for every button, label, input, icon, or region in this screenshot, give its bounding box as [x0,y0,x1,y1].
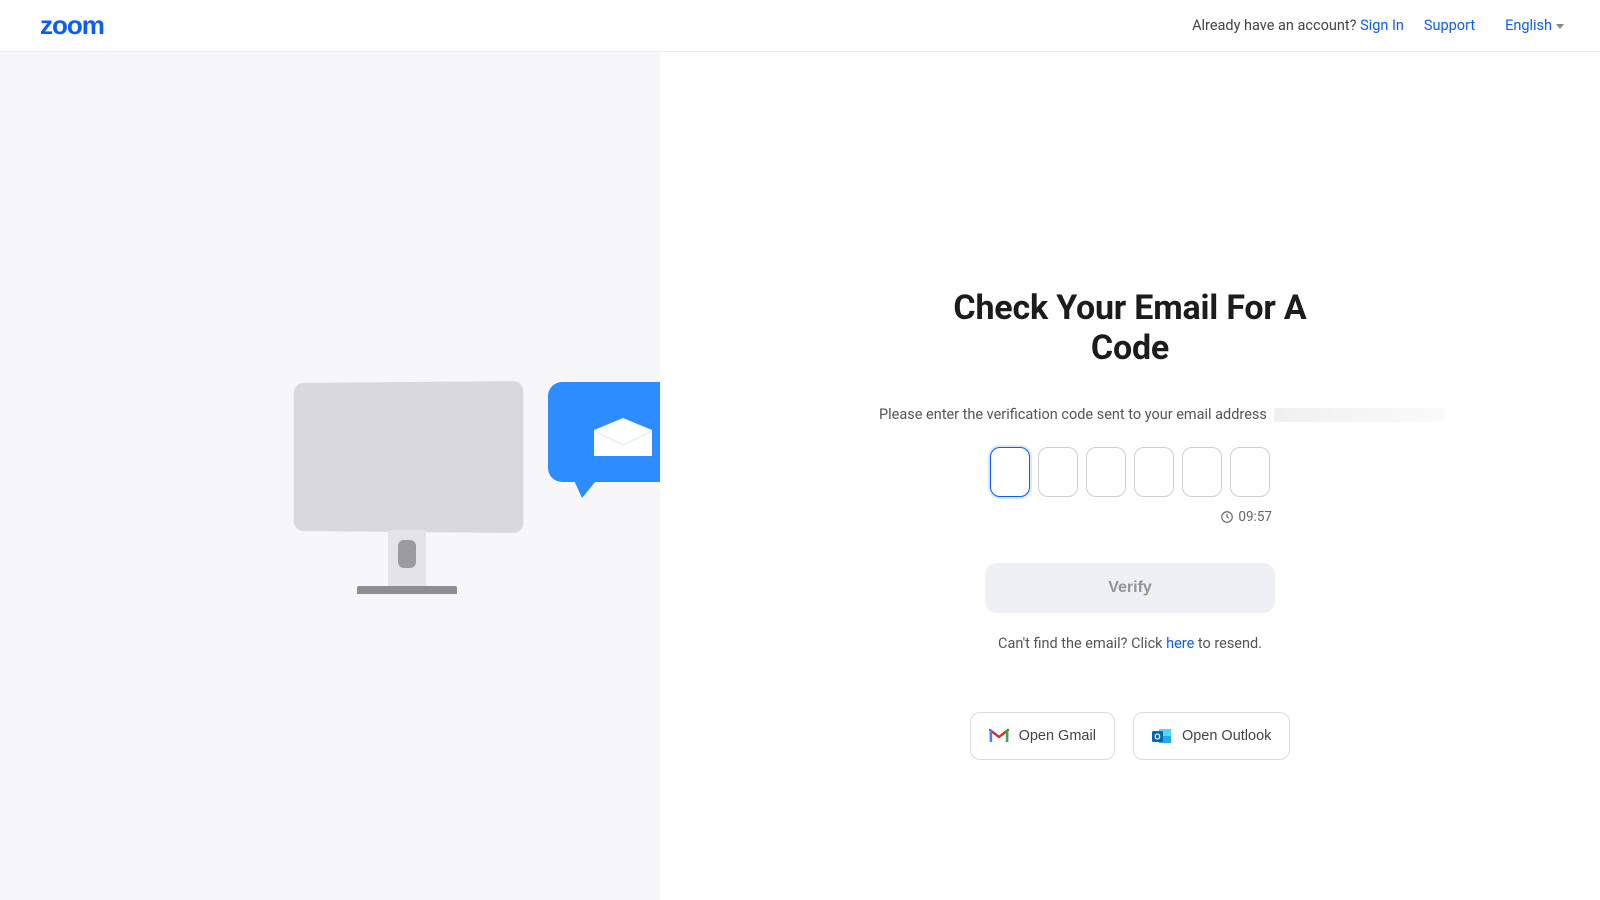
timer: 09:57 [988,509,1272,525]
resend-prefix: Can't find the email? Click [998,635,1166,652]
resend-suffix: to resend. [1194,635,1262,652]
open-gmail-button[interactable]: Open Gmail [970,712,1115,760]
verify-card: Check Your Email For A Code Please enter… [915,288,1345,900]
clock-icon [1220,510,1234,524]
monitor-icon [294,381,523,533]
form-panel: Check Your Email For A Code Please enter… [660,52,1600,900]
zoom-logo: zoom [40,10,104,41]
code-digit-1[interactable] [990,447,1030,497]
resend-text: Can't find the email? Click here to rese… [915,635,1345,652]
open-outlook-label: Open Outlook [1182,728,1271,744]
instruction-label: Please enter the verification code sent … [879,406,1267,423]
main: Check Your Email For A Code Please enter… [0,52,1600,900]
timer-value: 09:57 [1238,509,1272,525]
support-link[interactable]: Support [1424,17,1475,34]
header-right: Already have an account? Sign In Support… [1192,17,1564,34]
code-digit-2[interactable] [1038,447,1078,497]
language-selector[interactable]: English [1505,17,1564,34]
monitor-base [357,586,457,594]
monitor-neck [388,530,426,586]
open-gmail-label: Open Gmail [1019,728,1096,744]
svg-text:O: O [1154,733,1160,742]
email-openers: Open Gmail O Open Outlook [915,712,1345,760]
header: zoom Already have an account? Sign In Su… [0,0,1600,52]
language-label: English [1505,17,1552,34]
code-input-row [915,447,1345,497]
account-prompt-text: Already have an account? [1192,17,1356,34]
illustration-panel [0,52,660,900]
resend-link[interactable]: here [1166,635,1194,652]
code-digit-5[interactable] [1182,447,1222,497]
code-digit-4[interactable] [1134,447,1174,497]
outlook-icon: O [1152,728,1172,744]
signin-link[interactable]: Sign In [1360,17,1404,34]
chevron-down-icon [1556,24,1564,29]
page-title: Check Your Email For A Code [915,288,1345,368]
open-outlook-button[interactable]: O Open Outlook [1133,712,1290,760]
illustration [292,382,522,594]
gmail-icon [989,728,1009,744]
code-digit-3[interactable] [1086,447,1126,497]
monitor-knob [398,540,416,568]
account-prompt: Already have an account? Sign In [1192,17,1404,34]
verify-button[interactable]: Verify [985,563,1275,613]
code-digit-6[interactable] [1230,447,1270,497]
email-redacted [1274,408,1444,422]
envelope-icon [594,418,652,456]
instruction-text: Please enter the verification code sent … [879,406,1309,423]
